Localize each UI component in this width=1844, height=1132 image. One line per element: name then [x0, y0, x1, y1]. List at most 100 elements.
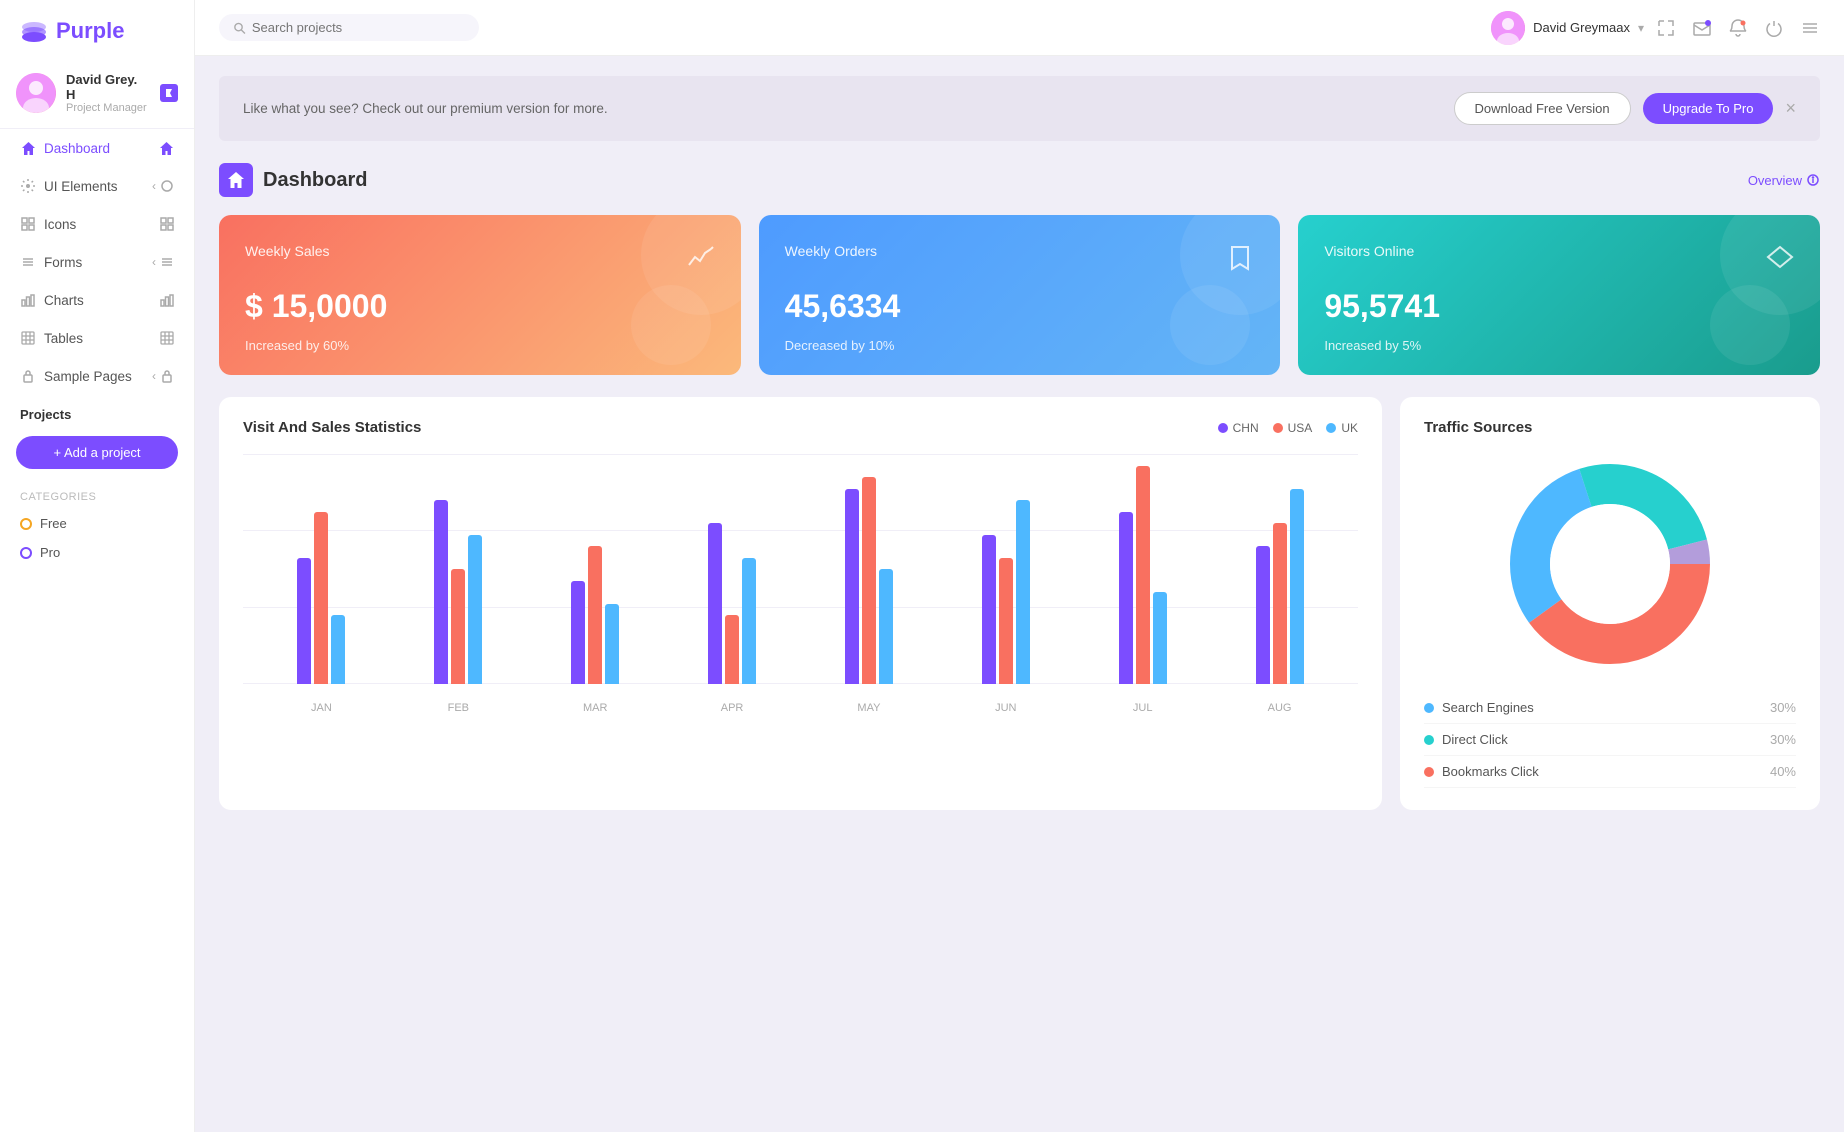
bar-month-label: AUG [1250, 702, 1310, 714]
uk-label: UK [1341, 421, 1358, 435]
stat-change: Increased by 60% [245, 338, 715, 353]
donut-center [1550, 504, 1670, 624]
traffic-sources-card: Traffic Sources [1400, 397, 1820, 810]
traffic-legend-direct: Direct Click 30% [1424, 724, 1796, 756]
table-right-icon [160, 331, 174, 345]
chevron-left-icon: ‹ [152, 179, 156, 193]
chn-bar [982, 535, 996, 685]
bookmarks-label: Bookmarks Click [1442, 764, 1539, 779]
dashboard-header: Dashboard Overview [219, 163, 1820, 197]
search-box[interactable] [219, 14, 479, 41]
home-right-icon [158, 140, 174, 156]
legend-chn: CHN [1218, 421, 1259, 435]
category-pro[interactable]: Pro [0, 538, 194, 567]
mail-icon[interactable] [1692, 18, 1712, 38]
sidebar-item-sample-pages[interactable]: Sample Pages ‹ [0, 357, 194, 395]
bar-group [982, 500, 1030, 684]
sidebar-item-ui-elements[interactable]: UI Elements ‹ [0, 167, 194, 205]
bar-chart-labels: JANFEBMARAPRMAYJUNJULAUG [243, 702, 1358, 714]
sidebar-item-icons[interactable]: Icons [0, 205, 194, 243]
flag-icon [164, 88, 174, 98]
stat-change: Increased by 5% [1324, 338, 1794, 353]
chn-bar [1256, 546, 1270, 684]
menu-icon[interactable] [1800, 18, 1820, 38]
topnav-username: David Greymaax [1533, 20, 1630, 35]
uk-bar [605, 604, 619, 685]
expand-icon[interactable] [1656, 18, 1676, 38]
download-free-button[interactable]: Download Free Version [1454, 92, 1631, 125]
usa-bar [451, 569, 465, 684]
bar-chart: JANFEBMARAPRMAYJUNJULAUG [243, 454, 1358, 714]
sidebar-item-label: Charts [44, 293, 84, 308]
category-free[interactable]: Free [0, 509, 194, 538]
chn-bar [571, 581, 585, 685]
chn-bar [297, 558, 311, 685]
usa-bar [1273, 523, 1287, 684]
bar-chart-bars [243, 454, 1358, 684]
app-logo[interactable]: Purple [0, 0, 194, 62]
usa-dot [1273, 423, 1283, 433]
user-avatar-img [16, 73, 56, 113]
bar-month-label: APR [702, 702, 762, 714]
grid-icon [20, 216, 36, 232]
bar-month-label: JUL [1113, 702, 1173, 714]
uk-dot [1326, 423, 1336, 433]
grid-right-icon [160, 217, 174, 231]
sidebar-item-tables[interactable]: Tables [0, 319, 194, 357]
bar-group [571, 546, 619, 684]
chart-right-icon [160, 293, 174, 307]
bar-group [1119, 466, 1167, 685]
chn-dot [1218, 423, 1228, 433]
projects-header: Projects [0, 395, 194, 428]
sidebar-item-dashboard[interactable]: Dashboard [0, 129, 194, 167]
bar-group [434, 500, 482, 684]
usa-bar [725, 615, 739, 684]
chart-legend: CHN USA UK [1218, 421, 1358, 435]
sidebar-item-charts[interactable]: Charts [0, 281, 194, 319]
stat-cards: Weekly Sales $ 15,0000 Increased by 60% … [219, 215, 1820, 375]
uk-bar [1290, 489, 1304, 685]
charts-row: Visit And Sales Statistics CHN USA UK [219, 397, 1820, 810]
home-icon [20, 140, 36, 156]
direct-pct: 30% [1770, 732, 1796, 747]
bar-group [297, 512, 345, 685]
legend-uk: UK [1326, 421, 1358, 435]
sidebar-item-forms[interactable]: Forms ‹ [0, 243, 194, 281]
dashboard-home-icon [227, 171, 245, 189]
usa-label: USA [1288, 421, 1313, 435]
add-project-button[interactable]: + Add a project [16, 436, 178, 469]
chn-bar [434, 500, 448, 684]
bell-icon[interactable] [1728, 18, 1748, 38]
projects-label: Projects [20, 407, 71, 422]
lock-icon [20, 368, 36, 384]
chn-label: CHN [1233, 421, 1259, 435]
visit-sales-chart-card: Visit And Sales Statistics CHN USA UK [219, 397, 1382, 810]
usa-bar [1136, 466, 1150, 685]
bookmarks-dot [1424, 767, 1434, 777]
close-banner-button[interactable]: × [1785, 98, 1796, 119]
settings-icon [20, 178, 36, 194]
layers-icon [20, 19, 48, 43]
circle-icon [160, 179, 174, 193]
topnav-user[interactable]: David Greymaax ▾ [1491, 11, 1644, 45]
upgrade-pro-button[interactable]: Upgrade To Pro [1643, 93, 1774, 124]
search-input[interactable] [252, 20, 465, 35]
donut-chart [1424, 454, 1796, 674]
info-icon [1806, 173, 1820, 187]
promo-banner: Like what you see? Check out our premium… [219, 76, 1820, 141]
chevron-down-icon: ▾ [1638, 21, 1644, 35]
bar-month-label: FEB [428, 702, 488, 714]
bar-month-label: MAY [839, 702, 899, 714]
power-icon[interactable] [1764, 18, 1784, 38]
stat-card-weekly-sales: Weekly Sales $ 15,0000 Increased by 60% [219, 215, 741, 375]
forms-right-icon [160, 255, 174, 269]
bookmarks-pct: 40% [1770, 764, 1796, 779]
user-badge [160, 84, 178, 102]
bar-group [708, 523, 756, 684]
uk-bar [468, 535, 482, 685]
user-info: David Grey. H Project Manager [66, 72, 150, 114]
overview-link[interactable]: Overview [1748, 173, 1820, 188]
usa-bar [999, 558, 1013, 685]
overview-label: Overview [1748, 173, 1802, 188]
bar-month-label: JUN [976, 702, 1036, 714]
